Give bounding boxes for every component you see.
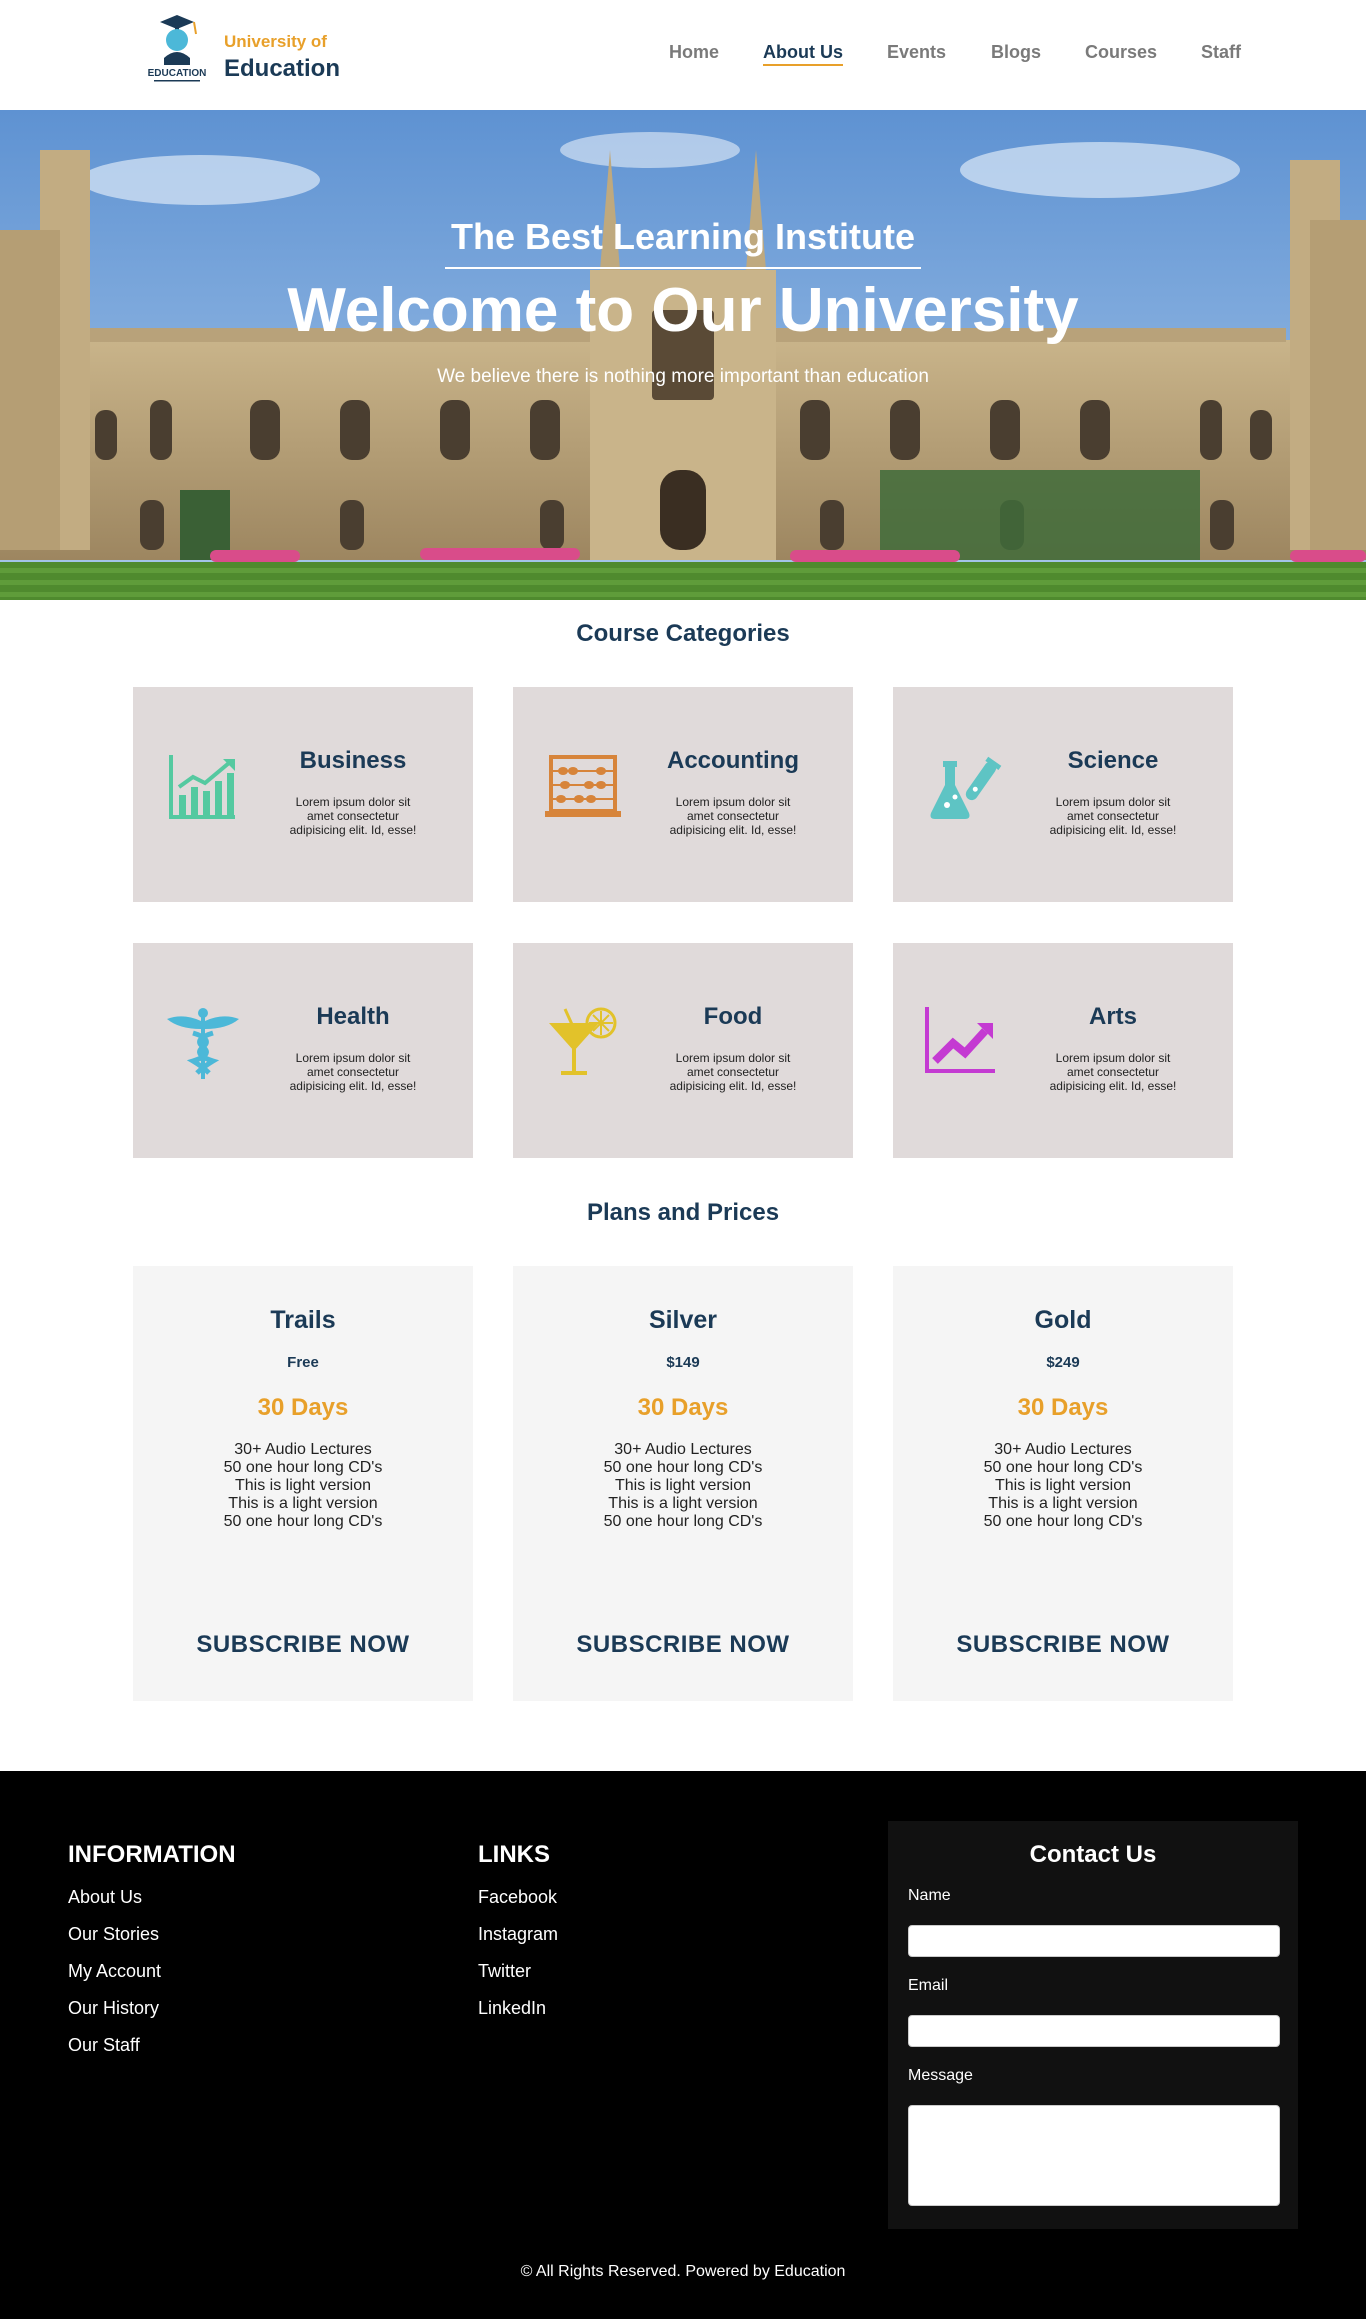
nav-courses[interactable]: Courses	[1085, 42, 1157, 66]
abacus-icon	[545, 755, 621, 817]
category-description: Lorem ipsum dolor sit amet consectetur a…	[669, 795, 797, 837]
name-field[interactable]	[908, 1925, 1280, 1957]
category-card-arts[interactable]: Arts Lorem ipsum dolor sit amet consecte…	[893, 943, 1233, 1158]
plan-duration: 30 Days	[1017, 1394, 1109, 1421]
cocktail-icon	[549, 1007, 617, 1075]
plan-features: 30+ Audio Lectures 50 one hour long CD's…	[133, 1441, 473, 1531]
footer-link-my-account[interactable]: My Account	[68, 1961, 161, 1982]
nav-home[interactable]: Home	[669, 42, 719, 66]
education-logo[interactable]: EDUCATION	[140, 10, 215, 85]
category-description: Lorem ipsum dolor sit amet consectetur a…	[289, 795, 417, 837]
category-description: Lorem ipsum dolor sit amet consectetur a…	[1049, 795, 1177, 837]
plan-feature: This is a light version	[608, 1495, 758, 1512]
footer-link-twitter[interactable]: Twitter	[478, 1961, 531, 1982]
plan-feature: 50 one hour long CD's	[983, 1459, 1143, 1476]
plan-feature: 50 one hour long CD's	[223, 1459, 383, 1476]
plan-card-gold: Gold $249 30 Days 30+ Audio Lectures 50 …	[893, 1266, 1233, 1701]
category-title: Science	[1067, 747, 1159, 774]
category-card-business[interactable]: Business Lorem ipsum dolor sit amet cons…	[133, 687, 473, 902]
subscribe-button[interactable]: SUBSCRIBE NOW	[133, 1631, 473, 1659]
plan-duration: 30 Days	[257, 1394, 349, 1421]
footer-link-facebook[interactable]: Facebook	[478, 1887, 557, 1908]
copyright-text: © All Rights Reserved. Powered by Educat…	[520, 2263, 846, 2280]
category-card-health[interactable]: Health Lorem ipsum dolor sit amet consec…	[133, 943, 473, 1158]
message-label: Message	[908, 2067, 973, 2084]
footer-link-about-us[interactable]: About Us	[68, 1887, 142, 1908]
category-title: Food	[703, 1003, 763, 1030]
caduceus-icon	[167, 1008, 239, 1079]
plan-name: Silver	[648, 1306, 718, 1334]
category-title: Arts	[1088, 1003, 1137, 1030]
plan-feature: This is a light version	[228, 1495, 378, 1512]
plan-name: Gold	[1034, 1306, 1092, 1334]
flask-icon	[930, 756, 1002, 819]
subscribe-button[interactable]: SUBSCRIBE NOW	[513, 1631, 853, 1659]
category-description: Lorem ipsum dolor sit amet consectetur a…	[289, 1051, 417, 1093]
hero-title: Welcome to Our University	[287, 276, 1079, 345]
email-field[interactable]	[908, 2015, 1280, 2047]
footer-link-our-staff[interactable]: Our Staff	[68, 2035, 140, 2056]
contact-form: Contact Us Name Email Message	[888, 1821, 1298, 2229]
category-card-accounting[interactable]: Accounting Lorem ipsum dolor sit amet co…	[513, 687, 853, 902]
category-description: Lorem ipsum dolor sit amet consectetur a…	[669, 1051, 797, 1093]
footer-link-our-stories[interactable]: Our Stories	[68, 1924, 159, 1945]
plan-feature: 50 one hour long CD's	[223, 1513, 383, 1530]
category-title: Accounting	[667, 747, 799, 774]
svg-text:EDUCATION: EDUCATION	[148, 68, 207, 79]
footer-link-instagram[interactable]: Instagram	[478, 1924, 558, 1945]
hero-tagline: We believe there is nothing more importa…	[437, 366, 929, 387]
plan-features: 30+ Audio Lectures 50 one hour long CD's…	[893, 1441, 1233, 1531]
plan-card-trails: Trails Free 30 Days 30+ Audio Lectures 5…	[133, 1266, 473, 1701]
plan-name: Trails	[270, 1306, 336, 1334]
plan-feature: 30+ Audio Lectures	[234, 1441, 372, 1458]
hero-banner: The Best Learning Institute Welcome to O…	[0, 110, 1366, 600]
plan-duration: 30 Days	[637, 1394, 729, 1421]
plan-features: 30+ Audio Lectures 50 one hour long CD's…	[513, 1441, 853, 1531]
plan-feature: This is light version	[614, 1477, 752, 1494]
email-label: Email	[908, 1977, 949, 1994]
nav-events[interactable]: Events	[887, 42, 946, 66]
plan-feature: 30+ Audio Lectures	[614, 1441, 752, 1458]
chart-growth-icon	[169, 755, 235, 819]
name-label: Name	[908, 1887, 951, 1904]
trend-chart-icon	[925, 1007, 995, 1073]
plan-feature: 50 one hour long CD's	[603, 1513, 763, 1530]
plan-feature: This is a light version	[988, 1495, 1138, 1512]
contact-title: Contact Us	[1029, 1841, 1157, 1868]
message-field[interactable]	[908, 2105, 1280, 2206]
plan-price: $249	[1046, 1354, 1080, 1371]
plan-card-silver: Silver $149 30 Days 30+ Audio Lectures 5…	[513, 1266, 853, 1701]
university-building-image	[0, 110, 1366, 600]
footer-link-linkedin[interactable]: LinkedIn	[478, 1998, 546, 2019]
footer-link-our-history[interactable]: Our History	[68, 1998, 159, 2019]
course-categories-title: Course Categories	[576, 620, 790, 647]
site-footer: INFORMATION About Us Our Stories My Acco…	[0, 1771, 1366, 2319]
hero-divider	[445, 267, 921, 269]
subscribe-button[interactable]: SUBSCRIBE NOW	[893, 1631, 1233, 1659]
nav-blogs[interactable]: Blogs	[991, 42, 1041, 66]
plan-feature: 50 one hour long CD's	[983, 1513, 1143, 1530]
category-title: Business	[299, 747, 407, 774]
category-card-food[interactable]: Food Lorem ipsum dolor sit amet consecte…	[513, 943, 853, 1158]
category-description: Lorem ipsum dolor sit amet consectetur a…	[1049, 1051, 1177, 1093]
brand-title: Education	[224, 55, 341, 82]
nav-about-us[interactable]: About Us	[763, 42, 843, 66]
brand-subtitle: University of	[224, 32, 327, 51]
plans-title: Plans and Prices	[586, 1199, 780, 1226]
site-header: EDUCATION University of Education Home A…	[0, 0, 1366, 110]
plan-price: Free	[287, 1354, 319, 1371]
category-title: Health	[316, 1003, 390, 1030]
category-card-science[interactable]: Science Lorem ipsum dolor sit amet conse…	[893, 687, 1233, 902]
plan-feature: 50 one hour long CD's	[603, 1459, 763, 1476]
plan-feature: This is light version	[234, 1477, 372, 1494]
plan-feature: This is light version	[994, 1477, 1132, 1494]
nav-staff[interactable]: Staff	[1201, 42, 1241, 66]
plan-price: $149	[666, 1354, 700, 1371]
hero-subtitle: The Best Learning Institute	[450, 216, 916, 257]
links-heading: LINKS	[478, 1841, 550, 1868]
plan-feature: 30+ Audio Lectures	[994, 1441, 1132, 1458]
information-heading: INFORMATION	[68, 1841, 236, 1868]
